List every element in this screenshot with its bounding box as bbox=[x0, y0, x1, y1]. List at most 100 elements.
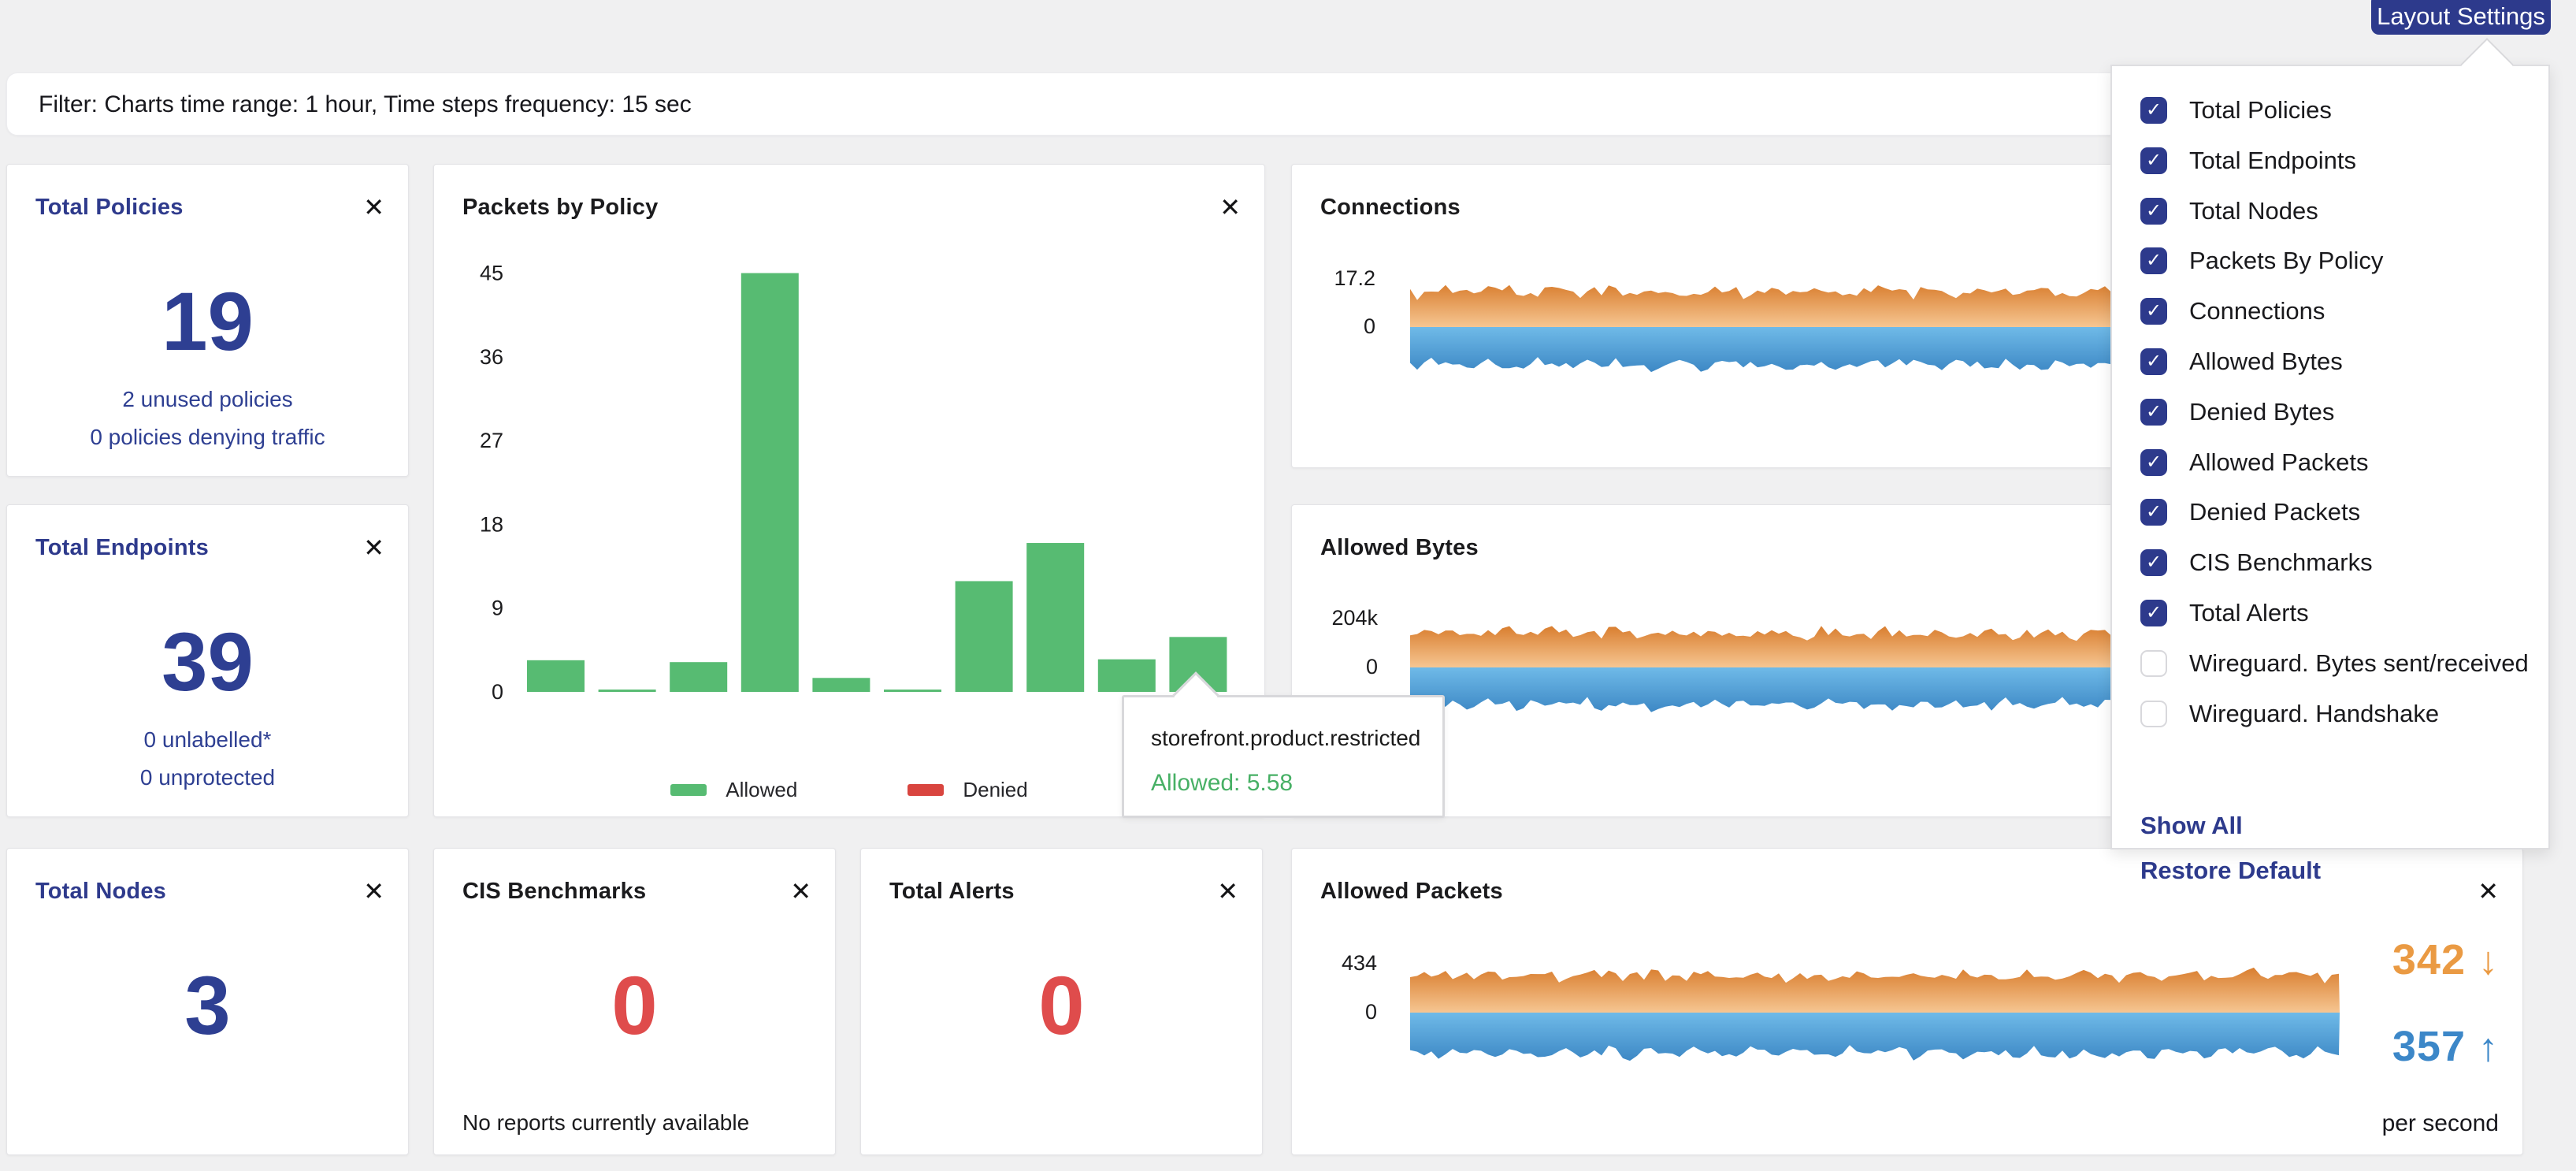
allowed-packets-ybase-label: 0 bbox=[1292, 1000, 1377, 1024]
checked-checkbox-icon[interactable] bbox=[2140, 399, 2167, 426]
card-title-allowed-packets: Allowed Packets bbox=[1320, 879, 1503, 905]
cis-benchmarks-note: No reports currently available bbox=[462, 1110, 749, 1136]
allowed-swatch-icon bbox=[670, 784, 707, 796]
card-title-total-policies: Total Policies bbox=[35, 195, 184, 221]
tooltip-allowed-value: Allowed: 5.58 bbox=[1151, 770, 1293, 797]
menu-item-cis-benchmarks[interactable]: CIS Benchmarks bbox=[2140, 547, 2373, 578]
connections-ymax-label: 17.2 bbox=[1292, 266, 1375, 291]
card-total-alerts: Total Alerts ✕ 0 bbox=[860, 848, 1263, 1155]
legend-label-allowed: Allowed bbox=[726, 778, 797, 802]
card-cis-benchmarks: CIS Benchmarks ✕ 0 No reports currently … bbox=[433, 848, 836, 1155]
card-title-cis-benchmarks: CIS Benchmarks bbox=[462, 879, 646, 905]
menu-item-total-policies[interactable]: Total Policies bbox=[2140, 95, 2332, 126]
menu-item-packets-by-policy[interactable]: Packets By Policy bbox=[2140, 245, 2383, 277]
close-icon[interactable]: ✕ bbox=[1216, 191, 1244, 223]
unchecked-checkbox-icon[interactable] bbox=[2140, 650, 2167, 677]
menu-item-total-alerts[interactable]: Total Alerts bbox=[2140, 597, 2309, 629]
chart-tooltip: storefront.product.restricted Allowed: 5… bbox=[1122, 695, 1445, 818]
checked-checkbox-icon[interactable] bbox=[2140, 97, 2167, 124]
allowed-bytes-ybase-label: 0 bbox=[1292, 655, 1378, 679]
card-title-connections: Connections bbox=[1320, 195, 1461, 221]
menu-item-total-nodes[interactable]: Total Nodes bbox=[2140, 195, 2318, 227]
checked-checkbox-icon[interactable] bbox=[2140, 549, 2167, 576]
menu-item-label: Denied Bytes bbox=[2189, 398, 2334, 426]
menu-item-label: Allowed Bytes bbox=[2189, 348, 2343, 376]
unchecked-checkbox-icon[interactable] bbox=[2140, 701, 2167, 727]
filter-bar[interactable]: Filter: Charts time range: 1 hour, Time … bbox=[6, 72, 2135, 136]
menu-item-label: Allowed Packets bbox=[2189, 448, 2368, 477]
connections-ybase-label: 0 bbox=[1292, 314, 1375, 339]
close-icon[interactable]: ✕ bbox=[1214, 875, 1242, 907]
checked-checkbox-icon[interactable] bbox=[2140, 449, 2167, 476]
restore-default-link[interactable]: Restore Default bbox=[2140, 857, 2321, 885]
checked-checkbox-icon[interactable] bbox=[2140, 600, 2167, 626]
menu-item-denied-packets[interactable]: Denied Packets bbox=[2140, 496, 2360, 528]
legend-label-denied: Denied bbox=[963, 778, 1027, 802]
packets-received-rate: 342 ↓ bbox=[2392, 935, 2499, 984]
card-title-total-endpoints: Total Endpoints bbox=[35, 535, 209, 561]
card-title-total-nodes: Total Nodes bbox=[35, 879, 166, 905]
menu-caret-icon bbox=[2460, 38, 2514, 91]
unused-policies-text: 2 unused policies bbox=[7, 387, 408, 412]
allowed-packets-ymax-label: 434 bbox=[1292, 951, 1377, 976]
card-total-policies: Total Policies ✕ 19 2 unused policies 0 … bbox=[6, 164, 409, 477]
card-allowed-packets: Allowed Packets ✕ 434 0 342 ↓ 357 ↑ per … bbox=[1291, 848, 2523, 1155]
svg-text:36: 36 bbox=[480, 345, 503, 369]
checked-checkbox-icon[interactable] bbox=[2140, 499, 2167, 526]
menu-item-label: Total Alerts bbox=[2189, 599, 2309, 627]
menu-item-label: Wireguard. Handshake bbox=[2189, 700, 2439, 728]
checked-checkbox-icon[interactable] bbox=[2140, 147, 2167, 174]
packets-sent-rate: 357 ↑ bbox=[2392, 1022, 2499, 1071]
menu-item-wireguard-bytes-sent-received[interactable]: Wireguard. Bytes sent/received bbox=[2140, 648, 2529, 679]
legend-item-allowed: Allowed bbox=[670, 778, 797, 802]
close-icon[interactable]: ✕ bbox=[360, 532, 388, 563]
checked-checkbox-icon[interactable] bbox=[2140, 247, 2167, 274]
per-second-label: per second bbox=[2382, 1110, 2499, 1137]
total-endpoints-value: 39 bbox=[7, 617, 408, 708]
cis-benchmarks-value: 0 bbox=[434, 961, 835, 1052]
menu-item-wireguard-handshake[interactable]: Wireguard. Handshake bbox=[2140, 698, 2439, 730]
arrow-up-icon: ↑ bbox=[2478, 1025, 2499, 1069]
arrow-down-icon: ↓ bbox=[2478, 939, 2499, 983]
menu-item-total-endpoints[interactable]: Total Endpoints bbox=[2140, 145, 2356, 177]
tooltip-policy-name: storefront.product.restricted bbox=[1151, 726, 1420, 751]
menu-item-allowed-packets[interactable]: Allowed Packets bbox=[2140, 447, 2368, 478]
allowed-bytes-ymax-label: 204k bbox=[1292, 606, 1378, 630]
legend-item-denied: Denied bbox=[908, 778, 1027, 802]
close-icon[interactable]: ✕ bbox=[787, 875, 815, 907]
denying-policies-text: 0 policies denying traffic bbox=[7, 425, 408, 450]
checked-checkbox-icon[interactable] bbox=[2140, 298, 2167, 325]
total-alerts-value: 0 bbox=[861, 961, 1262, 1052]
menu-item-label: Total Policies bbox=[2189, 96, 2332, 125]
card-total-endpoints: Total Endpoints ✕ 39 0 unlabelled* 0 unp… bbox=[6, 504, 409, 817]
total-policies-value: 19 bbox=[7, 277, 408, 368]
card-title-total-alerts: Total Alerts bbox=[889, 879, 1015, 905]
checked-checkbox-icon[interactable] bbox=[2140, 198, 2167, 225]
svg-text:18: 18 bbox=[480, 512, 503, 536]
layout-settings-button[interactable]: Layout Settings bbox=[2371, 0, 2551, 35]
svg-text:45: 45 bbox=[480, 262, 503, 285]
show-all-link[interactable]: Show All bbox=[2140, 812, 2243, 840]
svg-text:9: 9 bbox=[492, 597, 503, 620]
layout-settings-menu: Total Policies Total Endpoints Total Nodes… bbox=[2110, 65, 2550, 849]
filter-text: Filter: Charts time range: 1 hour, Time … bbox=[39, 73, 692, 136]
svg-text:0: 0 bbox=[492, 680, 503, 704]
checked-checkbox-icon[interactable] bbox=[2140, 348, 2167, 375]
denied-swatch-icon bbox=[908, 784, 944, 796]
menu-item-label: Denied Packets bbox=[2189, 498, 2360, 526]
card-total-nodes: Total Nodes ✕ 3 bbox=[6, 848, 409, 1155]
close-icon[interactable]: ✕ bbox=[2474, 875, 2502, 907]
total-nodes-value: 3 bbox=[7, 961, 408, 1052]
close-icon[interactable]: ✕ bbox=[360, 191, 388, 223]
menu-item-label: Wireguard. Bytes sent/received bbox=[2189, 649, 2529, 678]
menu-item-label: Total Endpoints bbox=[2189, 147, 2356, 175]
menu-item-connections[interactable]: Connections bbox=[2140, 296, 2325, 327]
menu-item-label: Total Nodes bbox=[2189, 197, 2318, 225]
close-icon[interactable]: ✕ bbox=[360, 875, 388, 907]
unprotected-text: 0 unprotected bbox=[7, 765, 408, 790]
card-title-packets-by-policy: Packets by Policy bbox=[462, 195, 658, 221]
menu-item-denied-bytes[interactable]: Denied Bytes bbox=[2140, 396, 2334, 428]
menu-item-allowed-bytes[interactable]: Allowed Bytes bbox=[2140, 346, 2343, 377]
svg-text:27: 27 bbox=[480, 429, 503, 452]
dashboard-page: Layout Settings Filter: Charts time rang… bbox=[0, 0, 2576, 1171]
